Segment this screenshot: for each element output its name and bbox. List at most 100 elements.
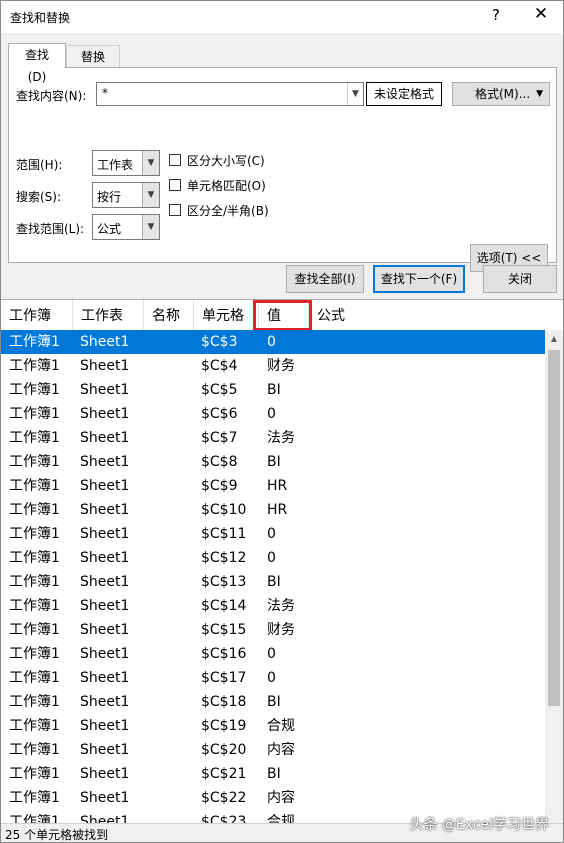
scrollbar-thumb[interactable] [548, 350, 560, 706]
results-list: 工作簿 工作表 名称 单元格 值 公式 工作簿1 Sheet1 $C$3 0 工作簿1 S… [1, 299, 563, 824]
cell-workbook: 工作簿1 [9, 814, 60, 824]
cell-value: 财务 [267, 622, 295, 638]
format-preview: 未设定格式 [366, 82, 442, 106]
find-tab-body: 查找内容(N): * ▼ 未设定格式 格式(M)... ▼ 范围(H): 工作表… [8, 67, 557, 272]
checkbox-box[interactable] [169, 154, 181, 166]
cell-sheet: Sheet1 [80, 334, 130, 350]
table-row[interactable]: 工作簿1 Sheet1 $C$5 BI [1, 378, 545, 402]
cell-sheet: Sheet1 [80, 574, 130, 590]
table-row[interactable]: 工作簿1 Sheet1 $C$17 0 [1, 666, 545, 690]
title-bar: 查找和替换 ? ✕ [1, 1, 563, 33]
find-what-label: 查找内容(N): [16, 89, 87, 103]
cell-cell: $C$14 [201, 598, 247, 614]
cell-value: 0 [267, 670, 276, 686]
search-order-select[interactable]: 按行 ▼ [92, 182, 160, 208]
table-row[interactable]: 工作簿1 Sheet1 $C$19 合规 [1, 714, 545, 738]
cell-workbook: 工作簿1 [9, 622, 60, 638]
cell-sheet: Sheet1 [80, 790, 130, 806]
table-row[interactable]: 工作簿1 Sheet1 $C$14 法务 [1, 594, 545, 618]
format-button[interactable]: 格式(M)... ▼ [452, 82, 550, 106]
cell-workbook: 工作簿1 [9, 550, 60, 566]
chevron-down-icon[interactable]: ▼ [142, 151, 159, 175]
table-row[interactable]: 工作簿1 Sheet1 $C$18 BI [1, 690, 545, 714]
cell-workbook: 工作簿1 [9, 598, 60, 614]
cell-cell: $C$6 [201, 406, 238, 422]
col-header-name[interactable]: 名称 [144, 300, 194, 330]
cell-cell: $C$17 [201, 670, 247, 686]
find-next-button[interactable]: 查找下一个(F) [373, 265, 465, 293]
cell-sheet: Sheet1 [80, 742, 130, 758]
cell-workbook: 工作簿1 [9, 742, 60, 758]
cell-sheet: Sheet1 [80, 454, 130, 470]
tab-replace[interactable]: 替换(P) [66, 45, 120, 86]
table-row[interactable]: 工作簿1 Sheet1 $C$8 BI [1, 450, 545, 474]
table-row[interactable]: 工作簿1 Sheet1 $C$16 0 [1, 642, 545, 666]
cell-sheet: Sheet1 [80, 406, 130, 422]
cell-cell: $C$21 [201, 766, 247, 782]
match-case-label: 区分大小写(C) [187, 154, 265, 168]
look-in-value: 公式 [97, 222, 122, 236]
cell-cell: $C$23 [201, 814, 247, 824]
cell-value: 法务 [267, 430, 295, 446]
table-row[interactable]: 工作簿1 Sheet1 $C$15 财务 [1, 618, 545, 642]
table-row[interactable]: 工作簿1 Sheet1 $C$10 HR [1, 498, 545, 522]
find-what-input[interactable]: * ▼ [96, 82, 364, 106]
tab-find[interactable]: 查找(D) [8, 43, 66, 84]
cell-sheet: Sheet1 [80, 502, 130, 518]
table-row[interactable]: 工作簿1 Sheet1 $C$9 HR [1, 474, 545, 498]
format-button-label: 格式(M)... [475, 87, 531, 101]
cell-value: 合规 [267, 718, 295, 734]
cell-value: HR [267, 502, 288, 518]
close-button[interactable]: 关闭 [483, 265, 557, 293]
table-row[interactable]: 工作簿1 Sheet1 $C$12 0 [1, 546, 545, 570]
cell-workbook: 工作簿1 [9, 382, 60, 398]
cell-value: BI [267, 382, 281, 398]
cell-sheet: Sheet1 [80, 646, 130, 662]
scroll-up-icon[interactable]: ▲ [545, 330, 563, 347]
results-rows: 工作簿1 Sheet1 $C$3 0 工作簿1 Sheet1 $C$4 财务 工作簿1 Sheet… [1, 330, 545, 824]
help-button[interactable]: ? [487, 6, 505, 24]
table-row[interactable]: 工作簿1 Sheet1 $C$21 BI [1, 762, 545, 786]
cell-workbook: 工作簿1 [9, 694, 60, 710]
cell-sheet: Sheet1 [80, 526, 130, 542]
cell-cell: $C$4 [201, 358, 238, 374]
table-row[interactable]: 工作簿1 Sheet1 $C$20 内容 [1, 738, 545, 762]
cell-sheet: Sheet1 [80, 670, 130, 686]
look-in-select[interactable]: 公式 ▼ [92, 214, 160, 240]
cell-cell: $C$12 [201, 550, 247, 566]
dropdown-arrow-icon[interactable]: ▼ [536, 83, 543, 105]
cell-value: 内容 [267, 742, 295, 758]
table-row[interactable]: 工作簿1 Sheet1 $C$4 财务 [1, 354, 545, 378]
scope-select[interactable]: 工作表 ▼ [92, 150, 160, 176]
cell-workbook: 工作簿1 [9, 430, 60, 446]
col-header-workbook[interactable]: 工作簿 [1, 300, 73, 330]
cell-value: 财务 [267, 358, 295, 374]
find-what-value: * [102, 86, 108, 100]
table-row[interactable]: 工作簿1 Sheet1 $C$13 BI [1, 570, 545, 594]
results-header: 工作簿 工作表 名称 单元格 值 公式 [1, 300, 563, 331]
cell-value: HR [267, 478, 288, 494]
checkbox-box[interactable] [169, 179, 181, 191]
cell-sheet: Sheet1 [80, 478, 130, 494]
table-row[interactable]: 工作簿1 Sheet1 $C$3 0 [1, 330, 545, 354]
col-header-cell[interactable]: 单元格 [194, 300, 259, 330]
col-header-formula[interactable]: 公式 [309, 300, 545, 330]
cell-value: 0 [267, 646, 276, 662]
chevron-down-icon[interactable]: ▼ [142, 183, 159, 207]
find-all-button[interactable]: 查找全部(I) [286, 265, 364, 293]
table-row[interactable]: 工作簿1 Sheet1 $C$7 法务 [1, 426, 545, 450]
col-header-sheet[interactable]: 工作表 [73, 300, 144, 330]
chevron-down-icon[interactable]: ▼ [142, 215, 159, 239]
vertical-scrollbar[interactable]: ▲ [545, 330, 563, 824]
table-row[interactable]: 工作簿1 Sheet1 $C$11 0 [1, 522, 545, 546]
cell-workbook: 工作簿1 [9, 646, 60, 662]
cell-value: 合规 [267, 814, 295, 824]
checkbox-box[interactable] [169, 204, 181, 216]
table-row[interactable]: 工作簿1 Sheet1 $C$22 内容 [1, 786, 545, 810]
cell-workbook: 工作簿1 [9, 790, 60, 806]
table-row[interactable]: 工作簿1 Sheet1 $C$6 0 [1, 402, 545, 426]
cell-value: BI [267, 454, 281, 470]
chevron-down-icon[interactable]: ▼ [347, 83, 363, 105]
close-icon[interactable]: ✕ [531, 4, 551, 24]
cell-workbook: 工作簿1 [9, 454, 60, 470]
